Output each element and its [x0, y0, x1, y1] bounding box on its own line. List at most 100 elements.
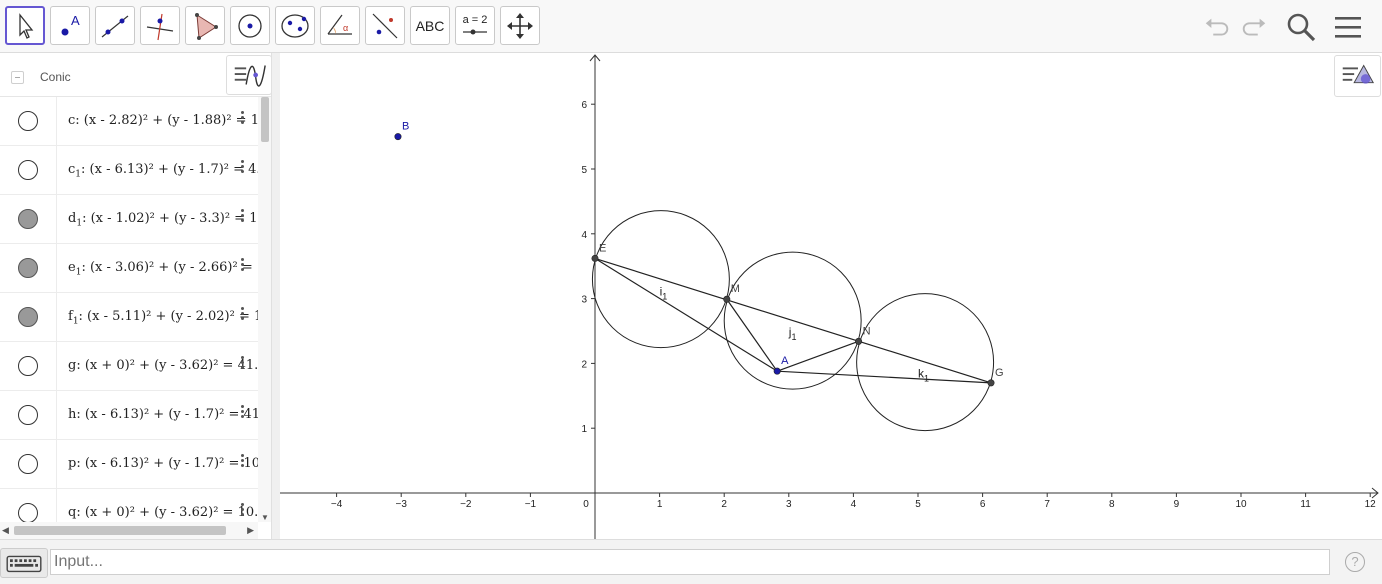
- input-bar: ?: [0, 539, 1382, 584]
- algebra-formula[interactable]: d1: (x - 1.02)² + (y - 3.3)² = 1.1: [68, 211, 258, 229]
- text-tool-button[interactable]: ABC: [410, 6, 450, 45]
- x-tick-label: 10: [1235, 499, 1247, 510]
- algebra-formula[interactable]: g: (x + 0)² + (y - 3.62)² = 41.2: [68, 358, 258, 376]
- visibility-marker[interactable]: [18, 209, 38, 229]
- algebra-row[interactable]: p: (x - 6.13)² + (y - 1.7)² = 10.: [0, 440, 258, 489]
- algebra-formula[interactable]: q: (x + 0)² + (y - 3.62)² = 10.3: [68, 505, 258, 523]
- row-menu-button[interactable]: [238, 305, 246, 327]
- visibility-toggle[interactable]: [0, 195, 57, 244]
- undo-button[interactable]: [1200, 10, 1234, 44]
- visibility-marker[interactable]: [18, 405, 38, 425]
- undo-icon: [1205, 18, 1229, 36]
- segment-i1[interactable]: [594, 257, 778, 372]
- point-A[interactable]: [773, 367, 781, 375]
- point-M[interactable]: [723, 295, 731, 303]
- view-divider[interactable]: [272, 53, 280, 539]
- horizontal-scrollbar[interactable]: ◀ ▶: [0, 522, 258, 539]
- scroll-left-arrow-icon[interactable]: ◀: [2, 525, 9, 536]
- scroll-right-arrow-icon[interactable]: ▶: [247, 525, 254, 536]
- segment-label: k1: [918, 367, 929, 384]
- collapse-group-button[interactable]: [11, 71, 24, 84]
- algebra-row[interactable]: c1: (x - 6.13)² + (y - 1.7)² = 4.5: [0, 146, 258, 195]
- vertical-scroll-thumb[interactable]: [261, 97, 269, 142]
- segment-AM[interactable]: [726, 298, 778, 372]
- row-menu-button[interactable]: [238, 403, 246, 425]
- algebra-input-field[interactable]: [50, 549, 1330, 575]
- x-tick-label: −4: [331, 499, 343, 510]
- redo-button[interactable]: [1237, 10, 1271, 44]
- algebra-row[interactable]: f1: (x - 5.11)² + (y - 2.02)² = 1.: [0, 293, 258, 342]
- perpendicular-line-tool-button[interactable]: [140, 6, 180, 45]
- formula-text: : (x + 0)² + (y - 3.62)² = 10.3: [76, 505, 258, 520]
- point-label: N: [863, 325, 871, 337]
- segment-j1[interactable]: [776, 340, 859, 372]
- row-menu-button[interactable]: [238, 452, 246, 474]
- segment-EG[interactable]: [594, 257, 992, 384]
- point-E[interactable]: [591, 254, 599, 262]
- reflect-tool-button[interactable]: [365, 6, 405, 45]
- algebra-row[interactable]: h: (x - 6.13)² + (y - 1.7)² = 41.: [0, 391, 258, 440]
- circle-tool-button[interactable]: [230, 6, 270, 45]
- visibility-toggle[interactable]: [0, 146, 57, 195]
- polygon-icon: [195, 12, 218, 40]
- algebra-formula[interactable]: p: (x - 6.13)² + (y - 1.7)² = 10.: [68, 456, 258, 474]
- algebra-view: Conic c: (x - 2.82)² + (y - 1.88)² = 10 c…: [0, 53, 272, 539]
- ellipse-tool-button[interactable]: [275, 6, 315, 45]
- algebra-formula[interactable]: c: (x - 2.82)² + (y - 1.88)² = 10: [68, 113, 258, 131]
- angle-tool-button[interactable]: α: [320, 6, 360, 45]
- scroll-down-arrow-icon[interactable]: ▼: [261, 513, 269, 522]
- visibility-toggle[interactable]: [0, 342, 57, 391]
- help-icon[interactable]: ?: [1345, 552, 1365, 572]
- angle-icon: α: [327, 14, 352, 35]
- algebra-formula[interactable]: e1: (x - 3.06)² + (y - 2.66)² = 1: [68, 260, 258, 278]
- graphics-canvas[interactable]: −4 −3 −2 −1 0 1 2 3 4 5 6 7 8 9 10 11 12123456i1j1k1BEMN…: [280, 53, 1382, 539]
- row-menu-button[interactable]: [238, 501, 246, 523]
- algebra-style-bar-button[interactable]: [226, 55, 271, 95]
- visibility-marker[interactable]: [18, 503, 38, 523]
- algebra-formula[interactable]: f1: (x - 5.11)² + (y - 2.02)² = 1.: [68, 309, 258, 327]
- visibility-toggle[interactable]: [0, 391, 57, 440]
- row-menu-button[interactable]: [238, 256, 246, 278]
- point-N[interactable]: [855, 337, 863, 345]
- algebra-formula[interactable]: c1: (x - 6.13)² + (y - 1.7)² = 4.5: [68, 162, 258, 180]
- slider-tool-button[interactable]: a = 2: [455, 6, 495, 45]
- polygon-tool-button[interactable]: [185, 6, 225, 45]
- algebra-row[interactable]: d1: (x - 1.02)² + (y - 3.3)² = 1.1: [0, 195, 258, 244]
- visibility-toggle[interactable]: [0, 440, 57, 489]
- graphics-style-bar-button[interactable]: [1334, 55, 1381, 97]
- move-arrows-icon: [507, 12, 533, 39]
- row-menu-button[interactable]: [238, 158, 246, 180]
- cursor-icon: [19, 12, 34, 39]
- search-button[interactable]: [1284, 10, 1318, 44]
- algebra-row[interactable]: g: (x + 0)² + (y - 3.62)² = 41.2: [0, 342, 258, 391]
- visibility-marker[interactable]: [18, 307, 38, 327]
- move-graphics-view-tool-button[interactable]: [500, 6, 540, 45]
- algebra-row[interactable]: e1: (x - 3.06)² + (y - 2.66)² = 1: [0, 244, 258, 293]
- visibility-toggle[interactable]: [0, 244, 57, 293]
- move-tool-button[interactable]: [5, 6, 45, 45]
- algebra-formula[interactable]: h: (x - 6.13)² + (y - 1.7)² = 41.: [68, 407, 258, 425]
- line-tool-button[interactable]: [95, 6, 135, 45]
- point-tool-button[interactable]: A: [50, 6, 90, 45]
- x-tick-label: 3: [786, 499, 792, 510]
- point-B[interactable]: [394, 133, 402, 141]
- visibility-toggle[interactable]: [0, 97, 57, 146]
- keyboard-toggle-button[interactable]: [0, 548, 48, 578]
- visibility-marker[interactable]: [18, 356, 38, 376]
- row-menu-button[interactable]: [238, 354, 246, 376]
- visibility-marker[interactable]: [18, 454, 38, 474]
- point-G[interactable]: [987, 379, 995, 387]
- horizontal-scroll-thumb[interactable]: [14, 526, 226, 535]
- algebra-row[interactable]: c: (x - 2.82)² + (y - 1.88)² = 10: [0, 97, 258, 146]
- ellipse-icon: [281, 13, 309, 38]
- row-menu-button[interactable]: [238, 207, 246, 229]
- graphics-view[interactable]: −4 −3 −2 −1 0 1 2 3 4 5 6 7 8 9 10 11 12 1 2 3 4 5 6 i1 j1 k1 B E M N…: [280, 53, 1382, 539]
- visibility-marker[interactable]: [18, 160, 38, 180]
- visibility-marker[interactable]: [18, 258, 38, 278]
- visibility-marker[interactable]: [18, 111, 38, 131]
- main-menu-button[interactable]: [1331, 10, 1365, 44]
- formula-text: : (x + 0)² + (y - 3.62)² = 41.2: [76, 358, 258, 373]
- row-menu-button[interactable]: [238, 109, 246, 131]
- vertical-scrollbar[interactable]: ▼: [258, 97, 271, 522]
- visibility-toggle[interactable]: [0, 293, 57, 342]
